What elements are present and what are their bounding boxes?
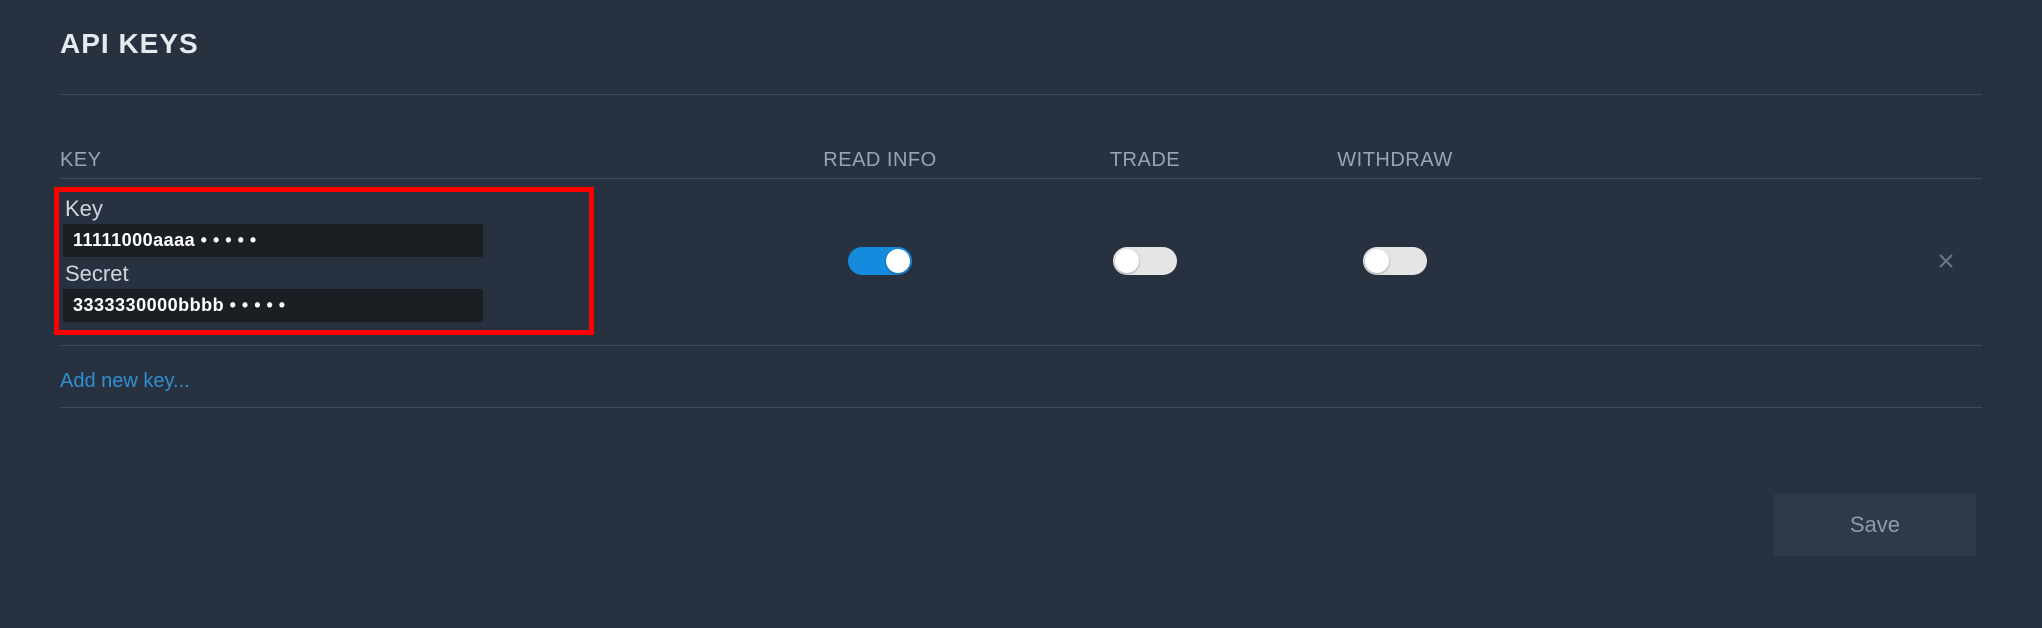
add-new-key-link[interactable]: Add new key... — [60, 370, 190, 392]
col-header-key: KEY — [60, 149, 740, 172]
trade-toggle[interactable] — [1113, 247, 1177, 275]
delete-key-button[interactable] — [1934, 249, 1958, 273]
key-value[interactable]: 11111000aaaa • • • • • — [63, 224, 483, 257]
key-secret-highlight: Key 11111000aaaa • • • • • Secret 333333… — [54, 187, 594, 335]
col-header-trade: TRADE — [1020, 149, 1270, 172]
save-button[interactable]: Save — [1774, 494, 1976, 556]
toggle-knob — [886, 249, 910, 273]
page-title: API KEYS — [60, 28, 1982, 95]
api-keys-table: KEY READ INFO TRADE WITHDRAW Key 1111100… — [60, 149, 1982, 408]
withdraw-toggle[interactable] — [1363, 247, 1427, 275]
table-header: KEY READ INFO TRADE WITHDRAW — [60, 149, 1982, 179]
toggle-knob — [1115, 249, 1139, 273]
col-header-withdraw: WITHDRAW — [1270, 149, 1520, 172]
toggle-knob — [1365, 249, 1389, 273]
secret-value[interactable]: 3333330000bbbb • • • • • — [63, 289, 483, 322]
secret-label: Secret — [65, 261, 585, 287]
col-header-read: READ INFO — [740, 149, 1020, 172]
key-label: Key — [65, 196, 585, 222]
api-key-row: Key 11111000aaaa • • • • • Secret 333333… — [60, 179, 1982, 346]
read-info-toggle[interactable] — [848, 247, 912, 275]
close-icon — [1938, 253, 1954, 269]
